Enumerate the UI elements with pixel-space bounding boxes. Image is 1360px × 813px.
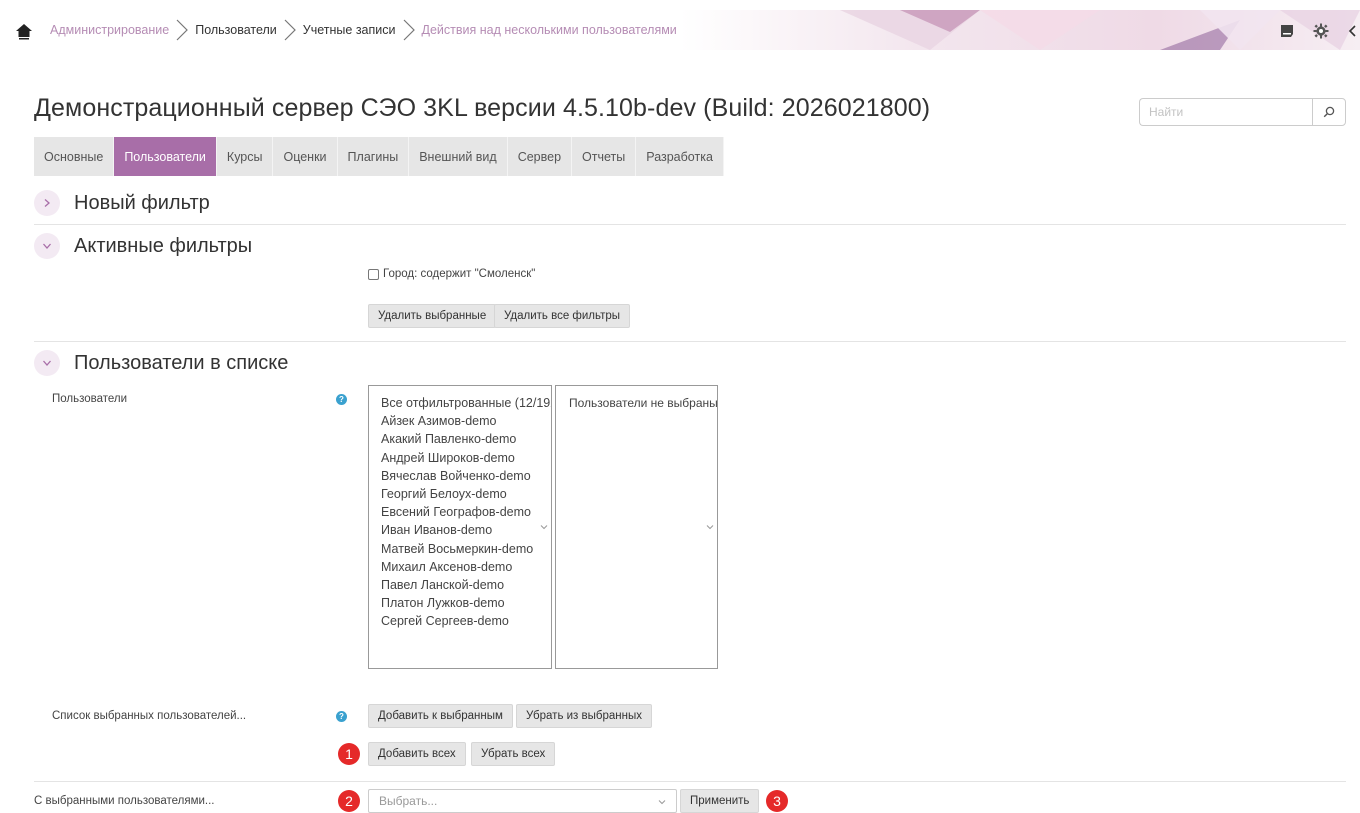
section-users-in-list-header[interactable]: Пользователи в списке (34, 350, 288, 376)
breadcrumb: Администрирование Пользователи Учетные з… (50, 10, 677, 50)
search-form (1139, 98, 1346, 126)
delete-all-filters-button[interactable]: Удалить все фильтры (494, 304, 631, 328)
list-item[interactable]: Акакий Павленко-demo (381, 430, 551, 448)
divider (34, 224, 1346, 225)
tab-reports[interactable]: Отчеты (572, 137, 637, 176)
breadcrumb-item-accounts[interactable]: Учетные записи (303, 23, 396, 37)
section-title-active-filters: Активные фильтры (74, 234, 253, 257)
top-navbar: Администрирование Пользователи Учетные з… (0, 0, 1360, 64)
badge-2: 2 (338, 790, 360, 812)
filter-city-label: Город: содержит "Смоленск" (383, 268, 536, 280)
chevron-down-icon (658, 800, 666, 805)
bulk-action-select[interactable]: Выбрать... (368, 789, 677, 813)
breadcrumb-item-administration[interactable]: Администрирование (50, 23, 169, 37)
list-item[interactable]: Иван Иванов-demo (381, 521, 551, 539)
list-item[interactable]: Айзек Азимов-demo (381, 412, 551, 430)
tab-general[interactable]: Основные (34, 137, 115, 176)
add-to-selected-button[interactable]: Добавить к выбранным (368, 704, 513, 728)
page-title: Демонстрационный сервер СЭО 3KL версии 4… (34, 94, 931, 122)
tab-server[interactable]: Сервер (508, 137, 573, 176)
selected-users-list-label: Список выбранных пользователей... (52, 710, 247, 722)
list-item[interactable]: Все отфильтрованные (12/192) (381, 394, 551, 412)
home-icon[interactable] (14, 21, 34, 41)
breadcrumb-item-users[interactable]: Пользователи (195, 23, 277, 37)
list-item[interactable]: Сергей Сергеев-demo (381, 612, 551, 630)
search-button[interactable] (1312, 98, 1346, 126)
chevron-down-icon[interactable] (34, 350, 60, 376)
section-title-new-filter: Новый фильтр (74, 191, 210, 214)
section-new-filter-header[interactable]: Новый фильтр (34, 190, 210, 216)
search-input[interactable] (1139, 98, 1312, 126)
dashboard-icon[interactable] (1278, 22, 1296, 40)
remove-all-button[interactable]: Убрать всех (471, 742, 556, 766)
settings-gear-icon[interactable] (1312, 22, 1330, 40)
chevron-left-icon[interactable] (1346, 22, 1358, 40)
badge-1: 1 (338, 743, 360, 765)
chevron-right-icon[interactable] (34, 190, 60, 216)
help-icon[interactable]: ? (336, 711, 347, 722)
selected-users-listbox[interactable]: Пользователи не выбраны (555, 385, 718, 669)
tab-development[interactable]: Разработка (636, 137, 724, 176)
tab-courses[interactable]: Курсы (217, 137, 274, 176)
list-item[interactable]: Михаил Аксенов-demo (381, 558, 551, 576)
list-item[interactable]: Евсений Географов-demo (381, 503, 551, 521)
breadcrumb-separator-icon (176, 19, 189, 41)
list-item[interactable]: Пользователи не выбраны (569, 394, 717, 412)
search-icon (1323, 106, 1335, 118)
list-item[interactable]: Матвей Восьмеркин-demo (381, 540, 551, 558)
breadcrumb-item-bulk-actions[interactable]: Действия над несколькими пользователями (422, 23, 677, 37)
breadcrumb-separator-icon (284, 19, 296, 41)
tab-users[interactable]: Пользователи (114, 137, 217, 176)
section-active-filters-header[interactable]: Активные фильтры (34, 233, 252, 259)
section-title-users-in-list: Пользователи в списке (74, 351, 289, 374)
apply-button[interactable]: Применить (680, 789, 760, 813)
chevron-down-icon[interactable] (34, 233, 60, 259)
filter-city-checkbox[interactable] (368, 268, 379, 280)
help-icon[interactable]: ? (336, 394, 347, 405)
list-item[interactable]: Вячеслав Войченко-demo (381, 467, 551, 485)
navbar-decoration (680, 10, 1360, 50)
list-item[interactable]: Георгий Белоух-demo (381, 485, 551, 503)
navbar-right-tools (1278, 22, 1360, 40)
list-item[interactable]: Андрей Широков-demo (381, 449, 551, 467)
list-item[interactable]: Павел Ланской-demo (381, 576, 551, 594)
admin-tabs: Основные Пользователи Курсы Оценки Плаги… (34, 137, 724, 176)
breadcrumb-separator-icon (403, 19, 415, 41)
filter-city-row: Город: содержит "Смоленск" (368, 268, 535, 280)
divider (34, 341, 1346, 342)
bulk-action-select-value: Выбрать... (379, 794, 438, 808)
tab-grades[interactable]: Оценки (273, 137, 338, 176)
tab-appearance[interactable]: Внешний вид (409, 137, 508, 176)
chevron-down-icon (540, 525, 548, 530)
badge-3: 3 (766, 790, 788, 812)
tab-plugins[interactable]: Плагины (338, 137, 410, 176)
available-users-listbox[interactable]: Все отфильтрованные (12/192) Айзек Азимо… (368, 385, 552, 669)
bulk-action-label: С выбранными пользователями... (34, 795, 215, 807)
chevron-down-icon (706, 525, 714, 530)
list-item[interactable]: Платон Лужков-demo (381, 594, 551, 612)
add-all-button[interactable]: Добавить всех (368, 742, 466, 766)
users-field-label: Пользователи (52, 393, 128, 405)
divider (34, 781, 1346, 782)
delete-selected-filters-button[interactable]: Удалить выбранные (368, 304, 497, 328)
remove-from-selected-button[interactable]: Убрать из выбранных (516, 704, 652, 728)
